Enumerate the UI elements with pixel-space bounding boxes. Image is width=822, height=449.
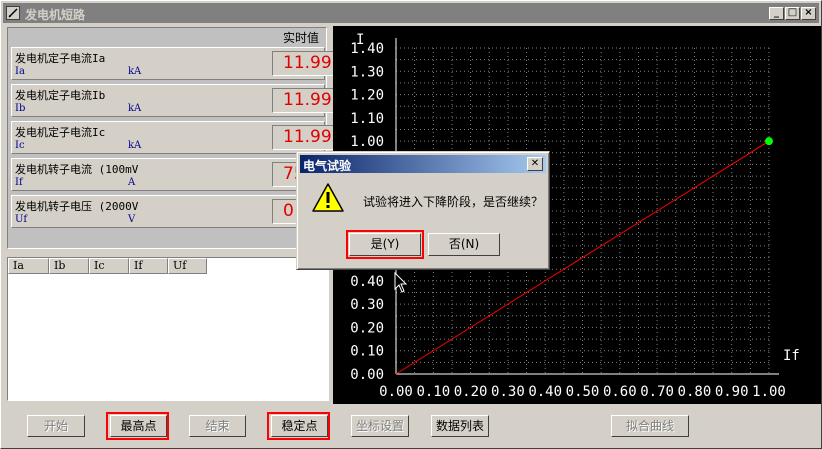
measurement-symbol: Uf bbox=[15, 214, 28, 225]
app-icon bbox=[6, 6, 20, 20]
y-tick-label: 0.40 bbox=[350, 274, 384, 290]
title-bar: 发电机短路 _ □ × bbox=[3, 3, 819, 23]
measurement-row-if: 发电机转子电流 (100mV If A 75 bbox=[11, 158, 334, 191]
measurement-unit: kA bbox=[128, 66, 142, 77]
minimize-button[interactable]: _ bbox=[769, 7, 784, 20]
list-column-header[interactable]: Ic bbox=[89, 258, 129, 274]
list-column-header[interactable]: Ia bbox=[8, 258, 49, 274]
x-tick-label: 0.70 bbox=[640, 384, 674, 400]
x-tick-label: 0.50 bbox=[566, 384, 600, 400]
close-button[interactable]: × bbox=[801, 7, 816, 20]
window-title: 发电机短路 bbox=[25, 8, 86, 22]
measurement-value: 11.992 bbox=[272, 125, 334, 150]
bottom-toolbar: 开始 最高点 结束 稳定点 坐标设置 数据列表 拟合曲线 bbox=[3, 405, 821, 448]
main-window: 发电机短路 _ □ × 实时值 发电机定子电流Ia Ia kA 11.991 发… bbox=[0, 0, 822, 449]
y-tick-label: 0.30 bbox=[350, 297, 384, 313]
x-tick-label: 0.00 bbox=[379, 384, 413, 400]
dialog-close-button[interactable]: ✕ bbox=[527, 157, 543, 171]
measurement-row-ia: 发电机定子电流Ia Ia kA 11.991 bbox=[11, 47, 334, 80]
measurement-name: 发电机转子电流 (100mV bbox=[15, 163, 139, 176]
y-tick-label: 0.10 bbox=[350, 344, 384, 360]
y-tick-label: 0.00 bbox=[350, 367, 384, 383]
x-tick-label: 0.90 bbox=[715, 384, 749, 400]
no-button[interactable]: 否(N) bbox=[428, 233, 500, 256]
y-tick-label: 1.00 bbox=[350, 134, 384, 150]
start-button[interactable]: 开始 bbox=[27, 415, 85, 437]
highlight-frame bbox=[267, 412, 330, 440]
fit-curve-button[interactable]: 拟合曲线 bbox=[611, 415, 689, 437]
x-axis-label: If bbox=[783, 348, 800, 364]
measurement-name: 发电机定子电流Ib bbox=[15, 89, 106, 102]
end-button[interactable]: 结束 bbox=[189, 415, 246, 437]
x-tick-label: 0.20 bbox=[454, 384, 488, 400]
measurement-name: 发电机定子电流Ic bbox=[15, 126, 106, 139]
list-column-header[interactable]: Ib bbox=[49, 258, 89, 274]
list-column-header[interactable]: If bbox=[129, 258, 168, 274]
measurement-row-ic: 发电机定子电流Ic Ic kA 11.992 bbox=[11, 121, 334, 154]
realtime-header: 实时值 bbox=[283, 31, 320, 45]
current-point-marker bbox=[765, 137, 773, 146]
measurement-name: 发电机定子电流Ia bbox=[15, 52, 106, 65]
highlight-frame bbox=[346, 230, 424, 259]
y-tick-label: 1.10 bbox=[350, 111, 384, 127]
measurement-name: 发电机转子电压 (2000V bbox=[15, 200, 139, 213]
y-tick-label: 0.20 bbox=[350, 320, 384, 336]
mouse-cursor-icon bbox=[394, 271, 408, 297]
measurement-value: 11.991 bbox=[272, 51, 334, 76]
y-axis-label: I bbox=[356, 32, 364, 48]
measurement-unit: A bbox=[128, 177, 136, 188]
warning-icon bbox=[311, 182, 345, 217]
x-tick-label: 0.40 bbox=[528, 384, 562, 400]
measurement-row-ib: 发电机定子电流Ib Ib kA 11.992 bbox=[11, 84, 334, 117]
x-tick-label: 1.00 bbox=[752, 384, 786, 400]
measurement-symbol: Ia bbox=[15, 66, 25, 77]
list-column-header[interactable]: Uf bbox=[168, 258, 207, 274]
dialog-message: 试验将进入下降阶段，是否继续？ bbox=[363, 195, 544, 209]
measurement-symbol: If bbox=[15, 177, 23, 188]
dialog-title-bar: 电气试验 ✕ bbox=[300, 155, 546, 173]
measurement-unit: V bbox=[128, 214, 136, 225]
x-tick-label: 0.30 bbox=[491, 384, 525, 400]
x-tick-label: 0.80 bbox=[678, 384, 712, 400]
axis-settings-button[interactable]: 坐标设置 bbox=[351, 415, 409, 437]
maximize-button[interactable]: □ bbox=[785, 7, 800, 20]
measurement-value: 11.992 bbox=[272, 88, 334, 113]
data-list-button[interactable]: 数据列表 bbox=[431, 415, 489, 437]
x-tick-label: 0.60 bbox=[603, 384, 637, 400]
dialog-title: 电气试验 bbox=[303, 159, 352, 173]
measurement-symbol: Ic bbox=[15, 140, 25, 151]
y-tick-label: 1.30 bbox=[350, 64, 384, 80]
confirm-dialog: 电气试验 ✕ 试验将进入下降阶段，是否继续？ 是(Y) 否(N) bbox=[296, 151, 550, 270]
measurement-symbol: Ib bbox=[15, 103, 26, 114]
measurement-unit: kA bbox=[128, 103, 142, 114]
measurement-row-uf: 发电机转子电压 (2000V Uf V 0 bbox=[11, 195, 334, 228]
highlight-frame bbox=[106, 412, 169, 440]
y-tick-label: 1.20 bbox=[350, 88, 384, 104]
x-tick-label: 0.10 bbox=[416, 384, 450, 400]
measurement-unit: kA bbox=[128, 140, 142, 151]
data-list[interactable]: Ia Ib Ic If Uf bbox=[7, 257, 329, 401]
